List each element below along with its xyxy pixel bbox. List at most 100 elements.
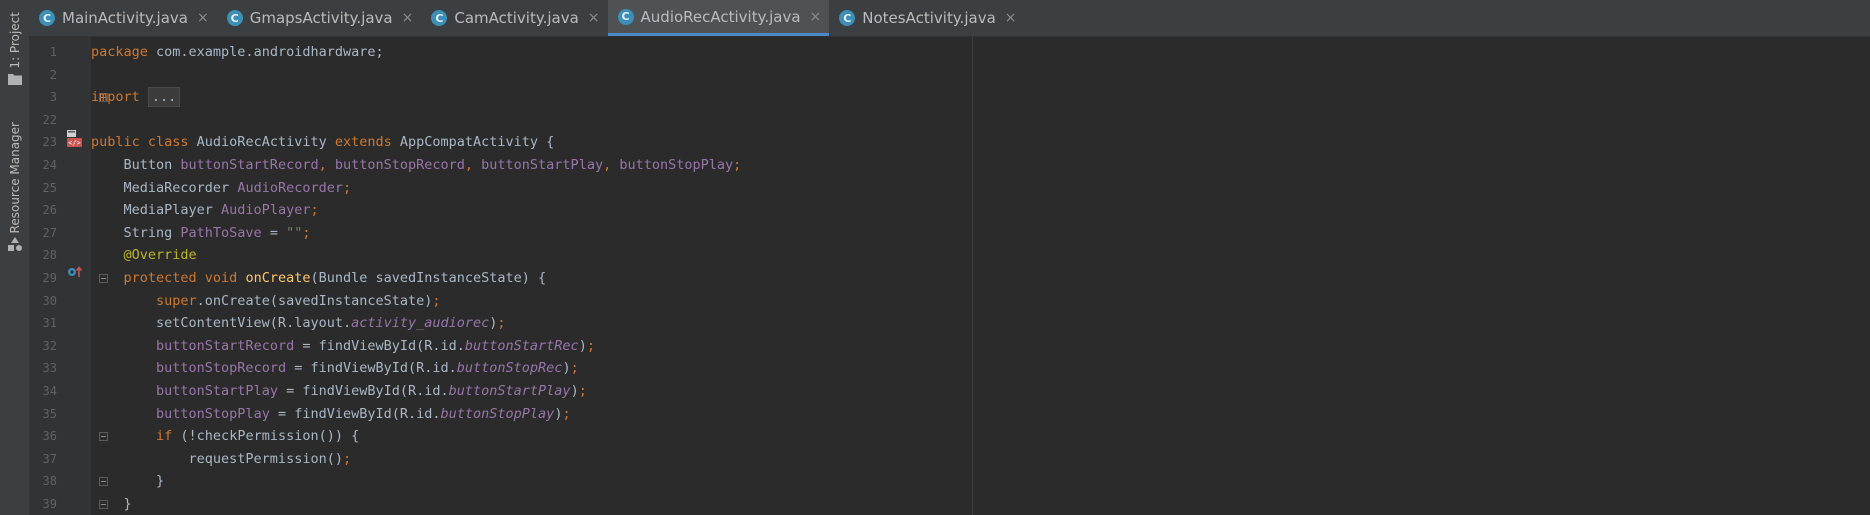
code-line[interactable]: 35 buttonStopPlay = findViewById(R.id.bu… (29, 403, 1870, 426)
tab-label: MainActivity.java (62, 9, 188, 27)
code-token: ; (342, 450, 352, 467)
code-line[interactable]: 29 protected void onCreate(Bundle savedI… (29, 267, 1870, 290)
code-token: com.example.androidhardware; (156, 44, 384, 60)
code-token: buttonStartRecord (156, 337, 295, 354)
code-line[interactable]: 33 buttonStopRecord = findViewById(R.id.… (29, 357, 1870, 380)
code-token: ; (302, 224, 311, 241)
close-icon[interactable]: × (810, 9, 822, 25)
code-line[interactable]: 24 Button buttonStartRecord, buttonStopR… (29, 154, 1870, 177)
java-class-icon: C (39, 10, 55, 26)
code-token: super (156, 292, 197, 309)
code-token: (Bundle savedInstanceState) { (310, 270, 547, 286)
code-line[interactable]: 32 buttonStartRecord = findViewById(R.id… (29, 335, 1870, 358)
code-line[interactable]: 23 public class AudioRecActivity extends … (29, 131, 1870, 154)
tab-camactivity[interactable]: C CamActivity.java × (421, 0, 607, 36)
code-line[interactable]: 27 String PathToSave = ""; (29, 222, 1870, 245)
code-text: package com.example.androidhardware; (91, 41, 384, 64)
line-number: 35 (42, 406, 57, 421)
code-line[interactable]: 39 } (29, 493, 1870, 515)
code-token: } (91, 496, 132, 512)
code-token: AudioRecorder (237, 179, 343, 196)
code-text: buttonStartRecord = findViewById(R.id.bu… (91, 335, 595, 358)
tab-gmapsactivity[interactable]: C GmapsActivity.java × (217, 0, 422, 36)
code-line[interactable]: 1 package com.example.androidhardware; (29, 41, 1870, 64)
line-number: 29 (42, 271, 57, 285)
java-class-icon: C (839, 10, 856, 26)
code-token: ) (570, 383, 579, 399)
code-token: Button (91, 157, 181, 173)
java-class-icon: C (617, 8, 634, 25)
code-line[interactable]: 30 super.onCreate(savedInstanceState); (29, 290, 1870, 313)
code-text: requestPermission(); (91, 448, 352, 471)
code-text: MediaRecorder AudioRecorder; (91, 177, 352, 200)
tab-audiorecactivity[interactable]: C AudioRecActivity.java × (607, 0, 830, 36)
code-token: (!checkPermission()) { (180, 428, 360, 445)
collapsed-imports[interactable]: ... (147, 87, 181, 108)
line-number: 37 (42, 451, 57, 466)
code-token: setContentView(R.layout. (91, 315, 352, 332)
code-line[interactable]: 38 } (29, 470, 1870, 493)
code-editor[interactable]: 1 package com.example.androidhardware; 2 3 i… (29, 37, 1870, 515)
code-token: .onCreate(savedInstanceState) (196, 292, 433, 309)
tab-notesactivity[interactable]: C NotesActivity.java × (829, 0, 1024, 36)
code-token: buttonStopPlay (156, 405, 270, 422)
line-number: 26 (42, 203, 57, 218)
code-token: buttonStartRecord (180, 157, 319, 173)
code-line[interactable]: 34 buttonStartPlay = findViewById(R.id.b… (29, 380, 1870, 403)
code-line[interactable]: 26 MediaPlayer AudioPlayer; (29, 199, 1870, 222)
code-text: String PathToSave = ""; (91, 222, 311, 245)
code-token: ; (570, 360, 579, 377)
code-line[interactable]: 28 @Override (29, 244, 1870, 267)
close-icon[interactable]: × (588, 10, 600, 26)
code-token: buttonStartPlay (481, 157, 604, 173)
line-number: 39 (42, 497, 57, 511)
code-token: ; (733, 157, 742, 173)
code-line[interactable]: 3 import ... (29, 86, 1870, 109)
folder-icon (7, 73, 22, 85)
resource-manager-tool-button[interactable]: Resource Manager (0, 122, 29, 252)
code-line[interactable]: 25 MediaRecorder AudioRecorder; (29, 177, 1870, 200)
tab-mainactivity[interactable]: C MainActivity.java × (29, 0, 217, 36)
line-number: 1 (49, 45, 57, 59)
close-icon[interactable]: × (197, 10, 209, 26)
code-token: buttonStopRecord (334, 157, 465, 173)
tab-label: AudioRecActivity.java (640, 7, 801, 26)
layout-resource-icon[interactable]: </> (66, 130, 82, 148)
code-text: Button buttonStartRecord, buttonStopReco… (91, 154, 742, 177)
code-text: MediaPlayer AudioPlayer; (91, 199, 319, 222)
code-text: buttonStopRecord = findViewById(R.id.but… (91, 357, 579, 380)
code-line[interactable]: 36 if (!checkPermission()) { (29, 425, 1870, 448)
code-line[interactable]: 22 (29, 109, 1870, 132)
java-class-icon: C (226, 10, 243, 26)
code-line[interactable]: 37 requestPermission(); (29, 448, 1870, 471)
code-line[interactable]: 2 (29, 64, 1870, 87)
line-number: 3 (49, 90, 57, 105)
close-icon[interactable]: × (402, 10, 414, 26)
code-token: MediaPlayer (91, 202, 222, 219)
code-token: buttonStopRec (456, 360, 563, 377)
code-line[interactable]: 31 setContentView(R.layout.activity_audi… (29, 312, 1870, 335)
project-tool-button[interactable]: 1: Project (0, 12, 29, 85)
line-number: 34 (42, 384, 57, 398)
code-token: ; (586, 337, 595, 354)
line-number: 25 (42, 180, 57, 195)
code-token: = findViewById(R.id. (286, 360, 457, 377)
override-method-icon[interactable] (67, 265, 83, 279)
code-text: } (91, 493, 132, 515)
code-text: buttonStopPlay = findViewById(R.id.butto… (91, 403, 571, 426)
line-number: 23 (42, 135, 57, 150)
code-token: , (464, 157, 482, 173)
code-token: public class (91, 134, 197, 151)
close-icon[interactable]: × (1005, 10, 1017, 26)
code-token: buttonStopPlay (619, 157, 734, 173)
code-token: = findViewById(R.id. (294, 337, 465, 354)
code-token: requestPermission() (91, 450, 343, 467)
line-number: 28 (42, 248, 57, 263)
code-token: ) (578, 337, 587, 354)
code-token: = findViewById(R.id. (269, 405, 441, 422)
code-token: ; (562, 405, 571, 422)
